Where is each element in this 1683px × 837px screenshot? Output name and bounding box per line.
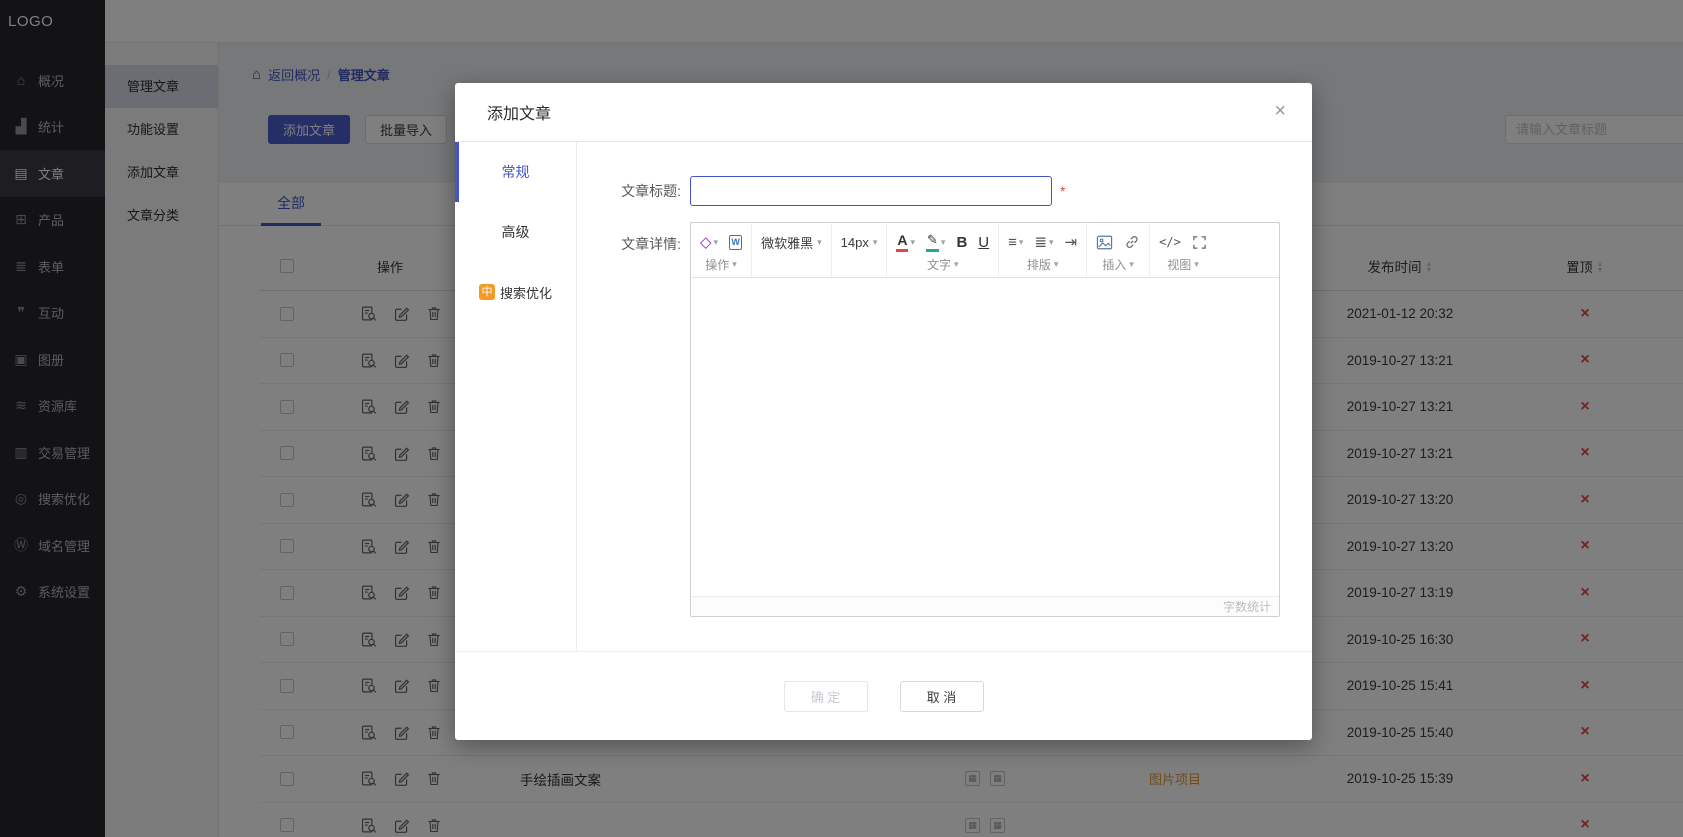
font-family-select[interactable]: 微软雅黑 ▾ [761, 233, 822, 252]
add-article-modal: 添加文章 × 常规 高级 中 搜索优化 文章标题: * [455, 83, 1312, 740]
close-icon[interactable]: × [1274, 100, 1286, 123]
bold-button[interactable]: B [956, 234, 967, 251]
indent-button[interactable]: ⇥ [1065, 233, 1078, 251]
image-icon [1096, 235, 1113, 250]
word-import-button[interactable]: W [729, 235, 742, 250]
toolbar-group-layout: ≡ ▾ ≣ ▾ ⇥ [999, 223, 1087, 277]
list-button[interactable]: ≣ ▾ [1034, 233, 1053, 251]
toolbar-group-operate: ◇ ▾ W 操作 ▾ [691, 223, 752, 277]
caret-down-icon: ▾ [1194, 259, 1199, 270]
word-doc-icon: W [729, 235, 742, 250]
toolbar-group-view: </> 视图 ▾ [1150, 223, 1216, 277]
fullscreen-button[interactable] [1192, 235, 1207, 250]
caret-down-icon: ▾ [732, 259, 737, 270]
editor-status-bar: 字数统计 [691, 596, 1279, 616]
underline-button[interactable]: U [978, 234, 989, 251]
indent-icon: ⇥ [1065, 233, 1078, 251]
caret-down-icon: ▾ [817, 237, 822, 248]
font-color-button[interactable]: A ▾ [896, 232, 915, 252]
caret-down-icon: ▾ [1129, 259, 1134, 270]
detail-field-row: 文章详情: ◇ ▾ W [615, 222, 1280, 617]
link-icon [1124, 234, 1140, 250]
modal-tab-seo[interactable]: 中 搜索优化 [455, 262, 576, 322]
modal-body: 常规 高级 中 搜索优化 文章标题: * 文章详情: [455, 142, 1312, 651]
rich-text-editor: ◇ ▾ W 操作 ▾ [690, 222, 1280, 617]
article-title-input[interactable] [690, 176, 1052, 206]
format-clear-button[interactable]: ◇ ▾ [700, 233, 718, 251]
article-detail-label: 文章详情: [615, 234, 681, 254]
toolbar-group-font-size: 14px ▾ [832, 223, 888, 277]
highlight-pen-icon: ✎ [926, 232, 939, 252]
seo-icon: 中 [479, 284, 495, 300]
align-button[interactable]: ≡ ▾ [1008, 234, 1023, 251]
modal-nav: 常规 高级 中 搜索优化 [455, 142, 577, 651]
list-icon: ≣ [1034, 233, 1047, 251]
app-root: LOGO ⌂ 概况 ▟ 统计 ▤ 文章 ⊞ 产品 ≣ 表单 ❞ 互动 ▣ 图册 … [0, 0, 1683, 837]
toolbar-group-label-view[interactable]: 视图 ▾ [1167, 256, 1199, 273]
caret-down-icon: ▾ [941, 237, 946, 248]
caret-down-icon: ▾ [1054, 259, 1059, 270]
toolbar-group-insert: 插入 ▾ [1087, 223, 1150, 277]
font-color-icon: A [896, 232, 908, 252]
caret-down-icon: ▾ [1049, 237, 1054, 248]
toolbar-group-label-insert[interactable]: 插入 ▾ [1102, 256, 1134, 273]
caret-down-icon: ▾ [873, 237, 878, 248]
highlight-color-button[interactable]: ✎ ▾ [926, 232, 945, 252]
code-view-button[interactable]: </> [1159, 235, 1181, 249]
modal-tab-general[interactable]: 常规 [455, 142, 576, 202]
editor-toolbar: ◇ ▾ W 操作 ▾ [691, 223, 1279, 278]
editor-body[interactable] [691, 278, 1279, 596]
caret-down-icon: ▾ [1019, 237, 1024, 248]
modal-header: 添加文章 × [455, 83, 1312, 142]
toolbar-group-label-operate[interactable]: 操作 ▾ [705, 256, 737, 273]
toolbar-group-label-layout[interactable]: 排版 ▾ [1027, 256, 1059, 273]
caret-down-icon: ▾ [954, 259, 959, 270]
modal-footer: 确 定 取 消 [455, 651, 1312, 740]
word-count-label: 字数统计 [1223, 598, 1271, 615]
insert-image-button[interactable] [1096, 235, 1113, 250]
article-title-label: 文章标题: [615, 181, 681, 201]
toolbar-group-label-text[interactable]: 文字 ▾ [927, 256, 959, 273]
cancel-button[interactable]: 取 消 [900, 681, 984, 712]
toolbar-group-text: A ▾ ✎ ▾ B U [887, 223, 999, 277]
caret-down-icon: ▾ [910, 237, 915, 248]
insert-link-button[interactable] [1124, 234, 1140, 250]
modal-tab-advanced[interactable]: 高级 [455, 202, 576, 262]
align-icon: ≡ [1008, 234, 1017, 251]
format-clear-icon: ◇ [700, 233, 712, 251]
caret-down-icon: ▾ [714, 237, 719, 248]
fullscreen-icon [1192, 235, 1207, 250]
required-asterisk: * [1060, 183, 1065, 199]
font-size-select[interactable]: 14px ▾ [841, 235, 878, 250]
toolbar-group-font-family: 微软雅黑 ▾ [752, 223, 832, 277]
title-field-row: 文章标题: * [615, 176, 1280, 206]
modal-title: 添加文章 [487, 100, 551, 124]
modal-form: 文章标题: * 文章详情: ◇ ▾ [577, 142, 1312, 651]
confirm-button[interactable]: 确 定 [784, 681, 868, 712]
